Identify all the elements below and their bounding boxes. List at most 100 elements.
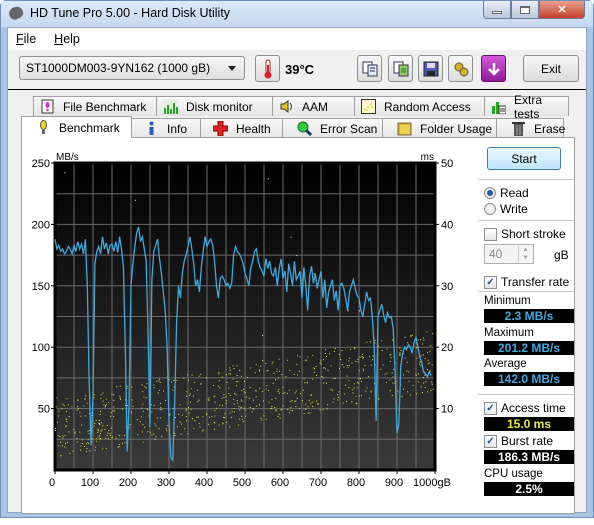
access-time-point (160, 406, 162, 408)
access-time-point (89, 450, 91, 452)
extra-tests-icon (491, 99, 507, 115)
access-time-point (422, 337, 424, 339)
read-radio[interactable]: Read (484, 186, 529, 200)
copy-screenshot-button[interactable] (388, 55, 413, 82)
access-time-point (144, 386, 146, 388)
access-time-point (366, 341, 368, 343)
access-time-point (81, 443, 83, 445)
access-time-point (188, 380, 190, 382)
access-time-point (228, 387, 230, 389)
access-time-point (189, 394, 191, 396)
access-time-point (232, 378, 234, 380)
error-scan-icon (297, 121, 313, 137)
transfer-rate-label: Transfer rate (501, 275, 570, 289)
copy-text-button[interactable] (357, 55, 382, 82)
temperature-button[interactable] (255, 55, 280, 82)
access-time-point (348, 380, 350, 382)
tab-aam[interactable]: AAM (272, 96, 355, 116)
drive-select[interactable]: ST1000DM003-9YN162 (1000 gB) (19, 56, 245, 80)
access-time-point (58, 410, 60, 412)
access-time-checkbox[interactable]: ✓ Access time (484, 401, 566, 415)
access-time-point (102, 448, 104, 450)
access-time-point (369, 341, 371, 343)
access-time-point (355, 395, 357, 397)
access-time-point (185, 410, 187, 412)
access-time-point (381, 340, 383, 342)
access-time-point (420, 339, 422, 341)
access-time-point (147, 431, 149, 433)
access-time-point (156, 417, 158, 419)
tab-erase[interactable]: Erase (496, 118, 565, 138)
average-value: 142.0 MB/s (484, 372, 574, 386)
transfer-rate-checkbox[interactable]: ✓ Transfer rate (484, 275, 569, 289)
minimize-button[interactable] (483, 1, 511, 19)
tab-folder-usage[interactable]: Folder Usage (382, 118, 497, 138)
access-time-point (60, 454, 62, 456)
access-time-point (305, 359, 307, 361)
maximize-button[interactable] (511, 1, 539, 19)
access-time-point (100, 438, 102, 440)
access-time-point (223, 396, 225, 398)
access-time-point (95, 420, 97, 422)
burst-rate-checkbox[interactable]: ✓ Burst rate (484, 434, 553, 448)
tab-extra-tests[interactable]: Extra tests (484, 93, 569, 121)
tab-info[interactable]: Info (131, 118, 201, 138)
tab-error-scan[interactable]: Error Scan (282, 118, 383, 138)
access-time-point (229, 367, 231, 369)
access-time-point (236, 365, 238, 367)
access-time-point (142, 441, 144, 443)
access-time-point (65, 426, 67, 428)
access-time-point (74, 431, 76, 433)
spinner-arrows-icon[interactable]: ▲ ▼ (518, 246, 532, 262)
tab-benchmark[interactable]: Benchmark (21, 116, 132, 138)
save-button[interactable] (418, 55, 443, 82)
access-time-point (258, 404, 260, 406)
download-icon (487, 62, 500, 76)
access-time-point (361, 395, 363, 397)
access-time-point (412, 384, 414, 386)
close-button[interactable]: ✕ (539, 1, 585, 19)
x-tick-label: 900 (385, 477, 403, 489)
access-time-point (290, 409, 292, 411)
short-stroke-spinner[interactable]: 40 ▲ ▼ (484, 244, 534, 264)
access-time-point (357, 358, 359, 360)
download-button[interactable] (481, 55, 506, 82)
access-time-point (95, 446, 97, 448)
access-time-point (225, 396, 227, 398)
access-time-point (191, 374, 193, 376)
access-time-point (198, 423, 200, 425)
access-time-point (219, 404, 221, 406)
access-time-point (66, 421, 68, 423)
short-stroke-checkbox[interactable]: Short stroke (484, 227, 566, 241)
access-time-point (295, 390, 297, 392)
access-time-point (334, 348, 336, 350)
access-time-point (105, 405, 107, 407)
write-radio[interactable]: Write (484, 202, 528, 216)
access-time-point (226, 421, 228, 423)
access-time-point (100, 422, 102, 424)
menu-help[interactable]: Help (54, 32, 80, 46)
access-time-point (105, 437, 107, 439)
access-time-point (417, 339, 419, 341)
tab-disk-monitor[interactable]: Disk monitor (156, 96, 273, 116)
access-time-point (233, 403, 235, 405)
access-time-point (233, 368, 235, 370)
access-time-point (230, 416, 232, 418)
tab-health[interactable]: Health (200, 118, 283, 138)
tab-random-access[interactable]: Random Access (354, 96, 485, 116)
access-time-point (316, 400, 318, 402)
access-time-point (365, 390, 367, 392)
access-time-point (102, 400, 104, 402)
menu-file[interactable]: File (16, 32, 36, 46)
exit-button[interactable]: Exit (523, 55, 579, 82)
title-bar: HD Tune Pro 5.00 - Hard Disk Utility ✕ (1, 1, 593, 27)
access-time-point (106, 424, 108, 426)
access-time-point (258, 369, 260, 371)
access-time-point (366, 387, 368, 389)
start-button[interactable]: Start (487, 147, 561, 170)
tab-file-benchmark[interactable]: File Benchmark (33, 96, 157, 116)
access-time-point (188, 412, 190, 414)
access-time-point (350, 348, 352, 350)
options-button[interactable] (448, 55, 473, 82)
access-time-point (196, 389, 198, 391)
